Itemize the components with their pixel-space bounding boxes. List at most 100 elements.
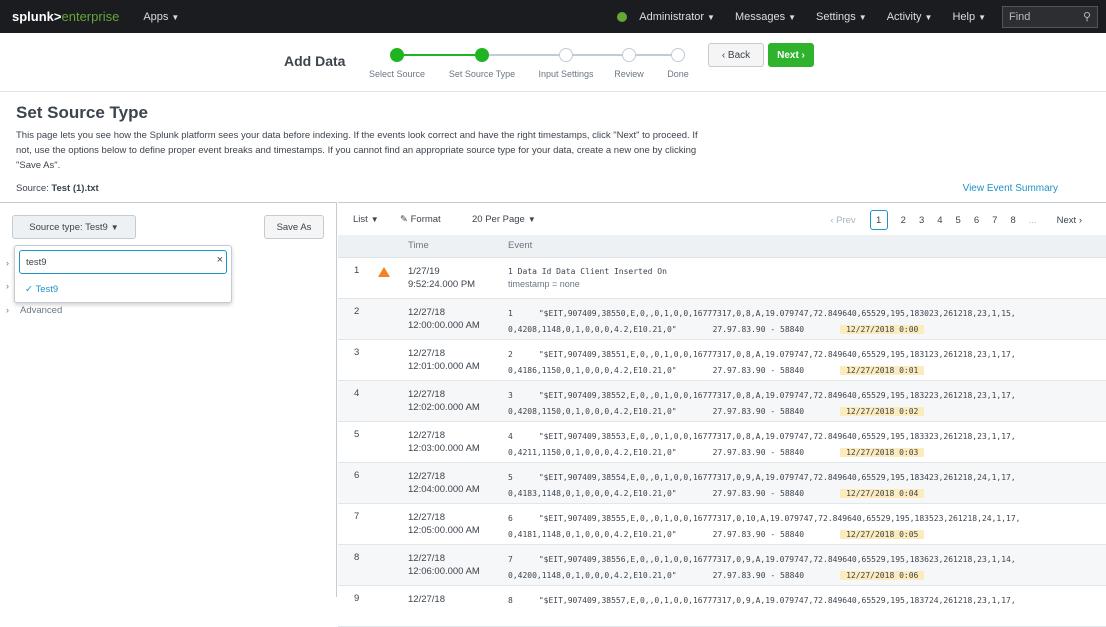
event-cell: 3 "$EIT,907409,38552,E,0,,0,1,0,0,1677731… (508, 380, 1106, 422)
event-date: 12/27/18 (408, 347, 445, 359)
event-index: 2 (508, 349, 513, 359)
table-row[interactable]: 7 12/27/18 12:05:00.000 AM 6 "$EIT,907409,… (338, 503, 1106, 545)
pencil-icon: ✎ (400, 214, 408, 225)
event-time: 12:04:00.000 AM (408, 483, 480, 495)
row-number: 5 (338, 421, 378, 463)
table-row[interactable]: 1 1/27/19 9:52:24.000 PM 1 Data Id Data C… (338, 257, 1106, 299)
table-row[interactable]: 4 12/27/18 12:02:00.000 AM 3 "$EIT,907409,… (338, 380, 1106, 422)
save-as-button[interactable]: Save As (264, 215, 324, 239)
source-type-option[interactable]: ✓ Test9 (25, 284, 58, 295)
event-timestamp: 12/27/2018 0:01 (840, 365, 925, 375)
page-button[interactable]: 2 (901, 215, 906, 226)
table-row[interactable]: 5 12/27/18 12:03:00.000 AM 4 "$EIT,907409,… (338, 421, 1106, 463)
chevron-right-icon[interactable]: › (6, 258, 9, 268)
menu-administrator[interactable]: Administrator ▼ (639, 11, 715, 23)
table-row[interactable]: 8 12/27/18 12:06:00.000 AM 7 "$EIT,907409,… (338, 544, 1106, 586)
page-button-current[interactable]: 1 (869, 210, 888, 230)
event-timestamp: 12/27/2018 0:06 (840, 570, 925, 580)
step-dot-input-settings (559, 48, 573, 62)
event-date: 12/27/18 (408, 552, 445, 564)
table-row[interactable]: 9 12/27/18 8 "$EIT,907409,38557,E,0,,0,1,… (338, 585, 1106, 627)
find-input[interactable]: Find ⚲ (1002, 5, 1098, 28)
per-page-dropdown[interactable]: 20 Per Page ▼ (472, 214, 536, 225)
event-line-2: 0,4181,1148,0,1,0,0,0,4.2,E10.21,0" (508, 529, 677, 539)
step-connector (605, 54, 677, 56)
column-header-time[interactable]: Time (408, 235, 508, 258)
source-type-label: Source type: Test9 (29, 221, 108, 233)
event-line-2: 0,4208,1148,0,1,0,0,0,4.2,E10.21,0" (508, 324, 677, 334)
step-dot-select-source (390, 48, 404, 62)
list-label: List (353, 214, 368, 225)
page-button[interactable]: 4 (937, 215, 942, 226)
step-label: Review (614, 69, 644, 79)
close-icon[interactable]: × (217, 254, 223, 266)
event-line-1: "$EIT,907409,38556,E,0,,0,1,0,0,16777317… (538, 554, 1016, 564)
source-value: Test (1).txt (51, 183, 99, 194)
page-button[interactable]: 7 (992, 215, 997, 226)
warning-icon[interactable] (378, 266, 390, 277)
next-page-button[interactable]: Next › (1057, 215, 1082, 226)
chevron-right-icon[interactable]: › (6, 305, 9, 315)
event-timestamp: 12/27/2018 0:04 (840, 488, 925, 498)
logo-part-enterprise: enterprise (61, 9, 120, 24)
table-row[interactable]: 3 12/27/18 12:01:00.000 AM 2 "$EIT,907409,… (338, 339, 1106, 381)
page-button[interactable]: 6 (974, 215, 979, 226)
event-date: 12/27/18 (408, 511, 445, 523)
event-time: 12:01:00.000 AM (408, 360, 480, 372)
time-cell: 12/27/18 12:05:00.000 AM (408, 503, 508, 545)
source-type-panel: Source type: Test9 ▼ Save As › › › Advanc… (0, 202, 337, 597)
menu-messages[interactable]: Messages ▼ (735, 11, 796, 23)
apps-menu[interactable]: Apps ▼ (143, 11, 179, 23)
splunk-logo[interactable]: splunk>enterprise (12, 9, 119, 24)
table-row[interactable]: 6 12/27/18 12:04:00.000 AM 5 "$EIT,907409,… (338, 462, 1106, 504)
event-index: 6 (508, 513, 513, 523)
page-button[interactable]: 5 (956, 215, 961, 226)
per-page-label: 20 Per Page (472, 214, 525, 225)
event-date: 1/27/19 (408, 265, 440, 277)
menu-settings[interactable]: Settings ▼ (816, 11, 867, 23)
event-timestamp-note: timestamp = none (508, 278, 580, 289)
list-dropdown[interactable]: List ▼ (353, 214, 379, 225)
page-button[interactable]: 8 (1010, 215, 1015, 226)
source-type-search-input[interactable]: test9 (19, 250, 227, 274)
menu-activity[interactable]: Activity ▼ (887, 11, 933, 23)
view-event-summary-link[interactable]: View Event Summary (963, 183, 1058, 194)
menu-help[interactable]: Help ▼ (952, 11, 986, 23)
source-line: Source: Test (1).txt (16, 183, 99, 194)
pagination: ‹ Prev 1 2 3 4 5 6 7 8 ... Next › (830, 209, 1082, 231)
advanced-section[interactable]: Advanced (20, 305, 62, 316)
format-button[interactable]: ✎ Format (400, 214, 441, 225)
chevron-down-icon: ▼ (527, 215, 536, 224)
row-number: 7 (338, 503, 378, 545)
apps-menu-label: Apps (143, 10, 169, 23)
next-button[interactable]: Next › (768, 43, 814, 67)
table-row[interactable]: 2 12/27/18 12:00:00.000 AM 1 "$EIT,907409,… (338, 298, 1106, 340)
step-label: Input Settings (538, 69, 594, 79)
status-icon (617, 11, 628, 22)
source-type-dropdown[interactable]: Source type: Test9 ▼ (12, 215, 136, 239)
back-button[interactable]: ‹ Back (708, 43, 764, 67)
chevron-right-icon[interactable]: › (6, 281, 9, 291)
event-time: 9:52:24.000 PM (408, 278, 476, 290)
add-data-wizard: Add Data Select Source Set Source Type I… (0, 33, 1106, 92)
table-header-row: Time Event (338, 235, 1106, 258)
event-line-1: "$EIT,907409,38554,E,0,,0,1,0,0,16777317… (538, 472, 1016, 482)
prev-page-button[interactable]: ‹ Prev (830, 215, 855, 226)
wizard-title: Add Data (284, 53, 346, 69)
column-header (378, 235, 408, 258)
chevron-down-icon: ▼ (858, 12, 867, 22)
event-ip: 27.97.83.90 - 58840 (712, 529, 805, 539)
source-label: Source: (16, 183, 49, 194)
event-date: 12/27/18 (408, 593, 445, 605)
row-warning (378, 503, 408, 545)
event-ip: 27.97.83.90 - 58840 (712, 447, 805, 457)
event-ip: 27.97.83.90 - 58840 (712, 406, 805, 416)
step-dot-done (671, 48, 685, 62)
column-header-event[interactable]: Event (508, 235, 1106, 258)
logo-part-splunk: splunk> (12, 9, 62, 24)
row-warning (378, 462, 408, 504)
event-date: 12/27/18 (408, 388, 445, 400)
page-button[interactable]: 3 (919, 215, 924, 226)
event-cell: 1 "$EIT,907409,38550,E,0,,0,1,0,0,1677731… (508, 298, 1106, 340)
time-cell: 12/27/18 12:00:00.000 AM (408, 298, 508, 340)
